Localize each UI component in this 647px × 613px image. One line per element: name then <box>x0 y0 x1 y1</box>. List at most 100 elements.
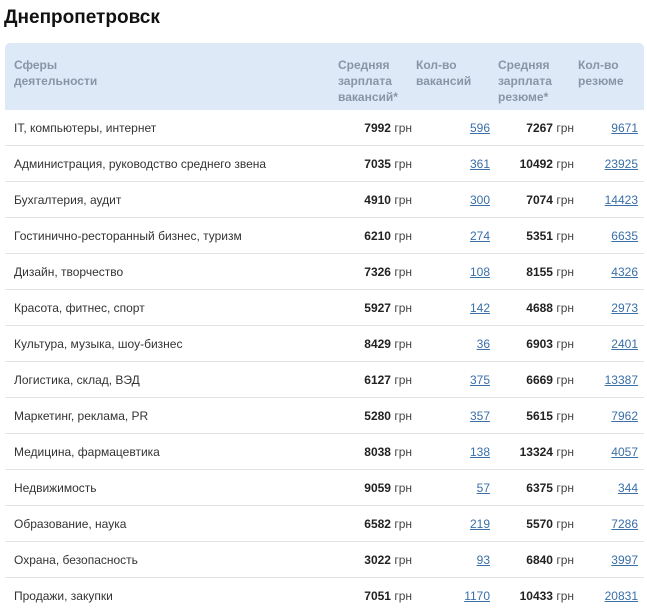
currency-label: грн <box>556 480 574 495</box>
currency-label: грн <box>556 228 574 243</box>
salary-vacancies-cell: 5927 грн <box>338 289 416 326</box>
vacancies-count-link[interactable]: 57 <box>477 481 490 495</box>
sphere-name: Медицина, фармацевтика <box>5 433 338 470</box>
vacancies-count-link[interactable]: 142 <box>470 301 490 315</box>
sphere-name: Дизайн, творчество <box>5 253 338 290</box>
count-resumes-cell: 20831 <box>578 578 644 613</box>
salary-vacancies-cell: 6127 грн <box>338 361 416 398</box>
resumes-count-link[interactable]: 2973 <box>611 301 638 315</box>
vacancies-count-link[interactable]: 93 <box>477 553 490 567</box>
count-vacancies-cell: 219 <box>416 505 498 542</box>
table-row: IT, компьютеры, интернет 7992 грн 596 7267 … <box>5 110 644 146</box>
vacancies-count-link[interactable]: 300 <box>470 193 490 207</box>
vacancies-count-link[interactable]: 108 <box>470 265 490 279</box>
salary-vacancies-value: 7051 <box>364 588 391 603</box>
vacancies-count-link[interactable]: 36 <box>477 337 490 351</box>
resumes-count-link[interactable]: 3997 <box>611 553 638 567</box>
salary-resumes-value: 13324 <box>519 444 553 459</box>
resumes-count-link[interactable]: 4326 <box>611 265 638 279</box>
resumes-count-link[interactable]: 13387 <box>605 373 638 387</box>
resumes-count-link[interactable]: 9671 <box>611 121 638 135</box>
table-row: Культура, музыка, шоу-бизнес 8429 грн 36 69… <box>5 325 644 362</box>
salary-vacancies-value: 5927 <box>364 300 391 315</box>
vacancies-count-link[interactable]: 361 <box>470 157 490 171</box>
sphere-name: Образование, наука <box>5 505 338 542</box>
salary-resumes-value: 10433 <box>519 588 553 603</box>
count-resumes-cell: 23925 <box>578 145 644 182</box>
count-vacancies-cell: 138 <box>416 433 498 470</box>
header-salary-vacancies: Средняя зарплата вакансий* <box>338 58 398 104</box>
count-vacancies-cell: 36 <box>416 325 498 362</box>
salary-vacancies-value: 3022 <box>364 552 391 567</box>
currency-label: грн <box>556 156 574 171</box>
currency-label: грн <box>556 588 574 603</box>
salary-resumes-cell: 5570 грн <box>498 505 578 542</box>
salary-vacancies-cell: 7326 грн <box>338 253 416 290</box>
salary-vacancies-cell: 5280 грн <box>338 397 416 434</box>
resumes-count-link[interactable]: 7962 <box>611 409 638 423</box>
currency-label: грн <box>394 192 412 207</box>
salary-vacancies-value: 4910 <box>364 192 391 207</box>
count-resumes-cell: 6635 <box>578 217 644 254</box>
salary-resumes-cell: 10433 грн <box>498 578 578 613</box>
vacancies-count-link[interactable]: 596 <box>470 121 490 135</box>
header-sphere: Сферы деятельности <box>14 58 98 88</box>
salary-resumes-cell: 8155 грн <box>498 253 578 290</box>
salary-resumes-cell: 10492 грн <box>498 145 578 182</box>
salary-resumes-value: 7074 <box>526 192 553 207</box>
sphere-name: Администрация, руководство среднего звен… <box>5 145 338 182</box>
salary-vacancies-value: 7326 <box>364 264 391 279</box>
currency-label: грн <box>556 192 574 207</box>
count-vacancies-cell: 274 <box>416 217 498 254</box>
count-vacancies-cell: 361 <box>416 145 498 182</box>
vacancies-count-link[interactable]: 274 <box>470 229 490 243</box>
currency-label: грн <box>556 264 574 279</box>
resumes-count-link[interactable]: 6635 <box>611 229 638 243</box>
vacancies-count-link[interactable]: 375 <box>470 373 490 387</box>
resumes-count-link[interactable]: 7286 <box>611 517 638 531</box>
salary-vacancies-cell: 9059 грн <box>338 469 416 506</box>
sphere-name: Охрана, безопасность <box>5 541 338 578</box>
count-resumes-cell: 4057 <box>578 433 644 470</box>
salary-resumes-cell: 6375 грн <box>498 469 578 506</box>
vacancies-count-link[interactable]: 138 <box>470 445 490 459</box>
currency-label: грн <box>394 588 412 603</box>
resumes-count-link[interactable]: 20831 <box>605 589 638 603</box>
salary-resumes-cell: 6669 грн <box>498 361 578 398</box>
count-vacancies-cell: 108 <box>416 253 498 290</box>
count-resumes-cell: 2401 <box>578 325 644 362</box>
resumes-count-link[interactable]: 14423 <box>605 193 638 207</box>
salary-vacancies-value: 6582 <box>364 516 391 531</box>
table-row: Гостинично-ресторанный бизнес, туризм 621… <box>5 217 644 254</box>
count-resumes-cell: 14423 <box>578 181 644 218</box>
salary-vacancies-value: 5280 <box>364 408 391 423</box>
salary-resumes-value: 5351 <box>526 228 553 243</box>
salary-resumes-cell: 5615 грн <box>498 397 578 434</box>
vacancies-count-link[interactable]: 357 <box>470 409 490 423</box>
salary-resumes-value: 5570 <box>526 516 553 531</box>
count-resumes-cell: 7286 <box>578 505 644 542</box>
resumes-count-link[interactable]: 4057 <box>611 445 638 459</box>
count-resumes-cell: 344 <box>578 469 644 506</box>
count-vacancies-cell: 1170 <box>416 578 498 613</box>
salary-resumes-cell: 6840 грн <box>498 541 578 578</box>
salary-resumes-value: 8155 <box>526 264 553 279</box>
vacancies-count-link[interactable]: 1170 <box>464 589 490 603</box>
vacancies-count-link[interactable]: 219 <box>470 517 490 531</box>
table-header-row: Сферы деятельности Средняя зарплата ваканси… <box>5 43 644 110</box>
salary-resumes-value: 4688 <box>526 300 553 315</box>
salary-vacancies-cell: 8038 грн <box>338 433 416 470</box>
count-resumes-cell: 9671 <box>578 110 644 146</box>
page-title: Днепропетровск <box>4 7 160 28</box>
count-resumes-cell: 2973 <box>578 289 644 326</box>
currency-label: грн <box>394 444 412 459</box>
count-resumes-cell: 7962 <box>578 397 644 434</box>
currency-label: грн <box>394 156 412 171</box>
currency-label: грн <box>556 444 574 459</box>
count-resumes-cell: 3997 <box>578 541 644 578</box>
resumes-count-link[interactable]: 23925 <box>605 157 638 171</box>
resumes-count-link[interactable]: 2401 <box>611 337 638 351</box>
currency-label: грн <box>394 300 412 315</box>
salary-vacancies-value: 6127 <box>364 372 391 387</box>
resumes-count-link[interactable]: 344 <box>618 481 638 495</box>
